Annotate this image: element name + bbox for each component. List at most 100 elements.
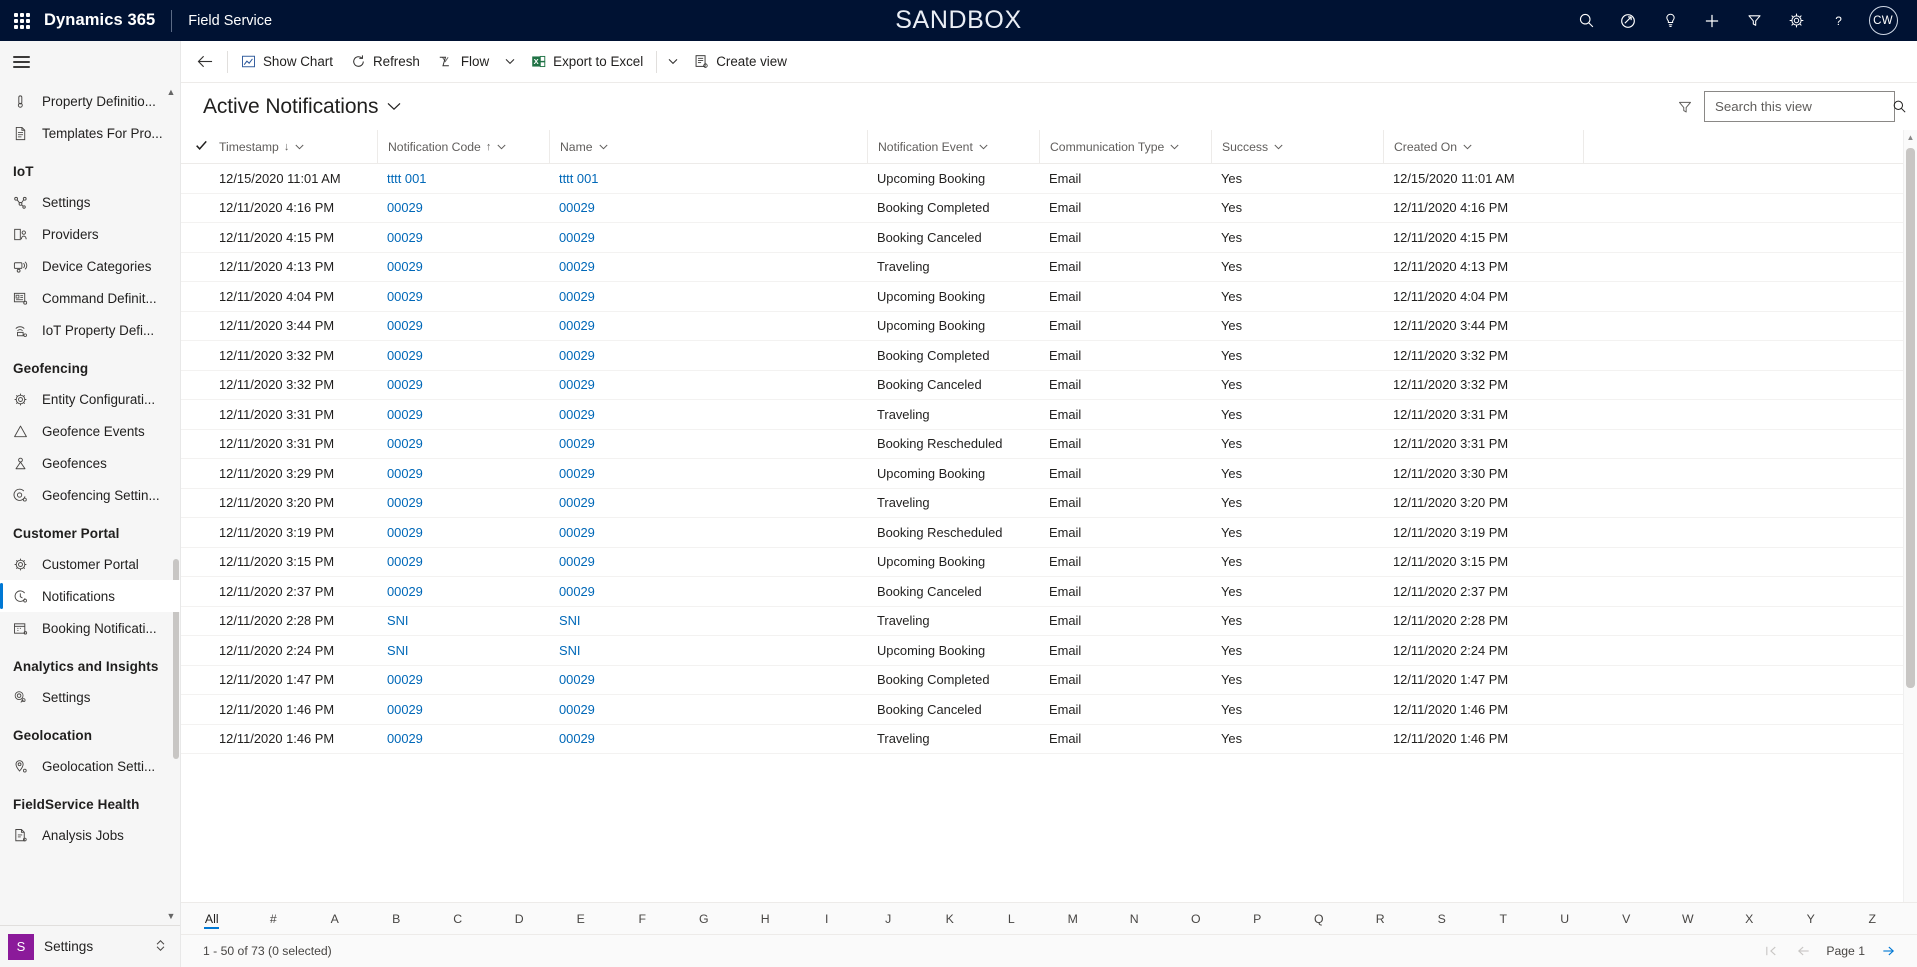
checkmark-icon[interactable]: [195, 140, 208, 155]
row-select-cell[interactable]: [181, 517, 209, 548]
row-select-cell[interactable]: [181, 311, 209, 341]
row-select-cell[interactable]: [181, 665, 209, 695]
cell-notification-code-link[interactable]: SNI: [387, 643, 409, 658]
sidebar-item-providers[interactable]: Providers: [0, 218, 180, 250]
sidebar-item-templates-for-properties[interactable]: Templates For Pro...: [0, 117, 180, 149]
cell-notification-code[interactable]: 00029: [377, 370, 549, 400]
cell-name-link[interactable]: tttt 001: [559, 171, 598, 186]
alpha-filter-w[interactable]: W: [1657, 903, 1719, 934]
filter-icon[interactable]: [1733, 0, 1775, 41]
cell-notification-code[interactable]: 00029: [377, 488, 549, 518]
cell-notification-code[interactable]: 00029: [377, 399, 549, 430]
assistant-icon[interactable]: [1607, 0, 1649, 41]
cell-name[interactable]: tttt 001: [549, 163, 867, 194]
cell-notification-code[interactable]: tttt 001: [377, 163, 549, 194]
gear-icon[interactable]: [1775, 0, 1817, 41]
cell-notification-code[interactable]: 00029: [377, 222, 549, 253]
cell-notification-code-link[interactable]: 00029: [387, 348, 423, 363]
alpha-filter-b[interactable]: B: [366, 903, 428, 934]
scroll-down-icon[interactable]: ▼: [165, 910, 177, 922]
row-select-cell[interactable]: [181, 635, 209, 666]
search-input[interactable]: [1715, 99, 1892, 114]
first-page-icon[interactable]: [1756, 938, 1786, 964]
row-select-cell[interactable]: [181, 281, 209, 312]
alpha-filter-s[interactable]: S: [1411, 903, 1473, 934]
alpha-filter-hash[interactable]: #: [243, 903, 305, 934]
cell-notification-code[interactable]: 00029: [377, 665, 549, 695]
cell-name[interactable]: SNI: [549, 606, 867, 636]
sidebar-item-geofences[interactable]: Geofences: [0, 447, 180, 479]
alpha-filter-a[interactable]: A: [304, 903, 366, 934]
alpha-filter-n[interactable]: N: [1104, 903, 1166, 934]
quick-create-icon[interactable]: [1691, 0, 1733, 41]
hamburger-icon[interactable]: [0, 41, 180, 83]
cell-name-link[interactable]: 00029: [559, 554, 595, 569]
cell-notification-code-link[interactable]: 00029: [387, 672, 423, 687]
next-page-icon[interactable]: [1873, 938, 1903, 964]
column-header-timestamp[interactable]: Timestamp ↓: [209, 130, 377, 164]
alpha-filter-i[interactable]: I: [796, 903, 858, 934]
app-name[interactable]: Field Service: [172, 13, 272, 29]
cell-name[interactable]: 00029: [549, 694, 867, 725]
row-select-cell[interactable]: [181, 606, 209, 636]
table-row[interactable]: 12/11/2020 1:46 PM 00029 00029 Booking Canc…: [181, 694, 1917, 725]
sidebar-item-geofencing-settings[interactable]: Geofencing Settin...: [0, 479, 180, 511]
row-select-cell[interactable]: [181, 252, 209, 282]
cell-notification-code-link[interactable]: 00029: [387, 554, 423, 569]
cell-name[interactable]: 00029: [549, 458, 867, 489]
refresh-button[interactable]: Refresh: [342, 46, 429, 78]
cell-notification-code-link[interactable]: 00029: [387, 525, 423, 540]
avatar[interactable]: CW: [1859, 0, 1907, 41]
alpha-filter-m[interactable]: M: [1042, 903, 1104, 934]
sidebar-item-analysis-jobs[interactable]: Analysis Jobs: [0, 819, 180, 851]
row-select-cell[interactable]: [181, 340, 209, 371]
row-select-cell[interactable]: [181, 429, 209, 459]
table-row[interactable]: 12/15/2020 11:01 AM tttt 001 tttt 001 Upcom…: [181, 163, 1917, 194]
cell-notification-code[interactable]: 00029: [377, 458, 549, 489]
column-header-success[interactable]: Success: [1211, 130, 1383, 164]
cell-name-link[interactable]: 00029: [559, 672, 595, 687]
alpha-filter-all[interactable]: All: [181, 903, 243, 934]
alpha-filter-t[interactable]: T: [1473, 903, 1535, 934]
chevron-down-icon[interactable]: [1274, 142, 1283, 152]
cell-notification-code-link[interactable]: 00029: [387, 407, 423, 422]
row-select-cell[interactable]: [181, 724, 209, 754]
table-row[interactable]: 12/11/2020 2:28 PM SNI SNI Traveling Email Ye…: [181, 606, 1917, 636]
table-row[interactable]: 12/11/2020 3:15 PM 00029 00029 Upcoming Boo…: [181, 547, 1917, 577]
table-row[interactable]: 12/11/2020 2:37 PM 00029 00029 Booking Canc…: [181, 576, 1917, 607]
table-row[interactable]: 12/11/2020 3:44 PM 00029 00029 Upcoming Boo…: [181, 311, 1917, 341]
cell-notification-code-link[interactable]: 00029: [387, 200, 423, 215]
app-launcher-icon[interactable]: [0, 0, 44, 41]
row-select-cell[interactable]: [181, 488, 209, 518]
sidebar-item-geolocation-settings[interactable]: Geolocation Setti...: [0, 750, 180, 782]
alpha-filter-o[interactable]: O: [1165, 903, 1227, 934]
search-icon[interactable]: [1565, 0, 1607, 41]
cell-name[interactable]: 00029: [549, 340, 867, 371]
filter-icon[interactable]: [1670, 92, 1700, 122]
alpha-filter-l[interactable]: L: [981, 903, 1043, 934]
chevron-down-icon[interactable]: [1170, 142, 1179, 152]
cell-notification-code-link[interactable]: 00029: [387, 377, 423, 392]
cell-notification-code[interactable]: 00029: [377, 193, 549, 223]
cell-notification-code-link[interactable]: 00029: [387, 318, 423, 333]
cell-notification-code-link[interactable]: 00029: [387, 495, 423, 510]
sidebar-item-entity-configuration[interactable]: Entity Configurati...: [0, 383, 180, 415]
sidebar-item-customer-portal[interactable]: Customer Portal: [0, 548, 180, 580]
cell-notification-code[interactable]: 00029: [377, 311, 549, 341]
chevron-down-icon[interactable]: [598, 142, 608, 152]
cell-name[interactable]: 00029: [549, 576, 867, 607]
table-row[interactable]: 12/11/2020 3:32 PM 00029 00029 Booking Canc…: [181, 370, 1917, 400]
table-row[interactable]: 12/11/2020 4:13 PM 00029 00029 Traveling Ema…: [181, 252, 1917, 282]
alpha-filter-z[interactable]: Z: [1842, 903, 1904, 934]
alpha-filter-u[interactable]: U: [1534, 903, 1596, 934]
cell-notification-code-link[interactable]: SNI: [387, 613, 409, 628]
cell-notification-code-link[interactable]: 00029: [387, 289, 423, 304]
cell-name[interactable]: 00029: [549, 724, 867, 754]
chevron-down-icon[interactable]: [387, 99, 401, 114]
row-select-cell[interactable]: [181, 193, 209, 223]
row-select-cell[interactable]: [181, 163, 209, 194]
cell-name-link[interactable]: 00029: [559, 318, 595, 333]
sidebar-item-geofence-events[interactable]: Geofence Events: [0, 415, 180, 447]
alpha-filter-j[interactable]: J: [858, 903, 920, 934]
row-select-cell[interactable]: [181, 399, 209, 430]
